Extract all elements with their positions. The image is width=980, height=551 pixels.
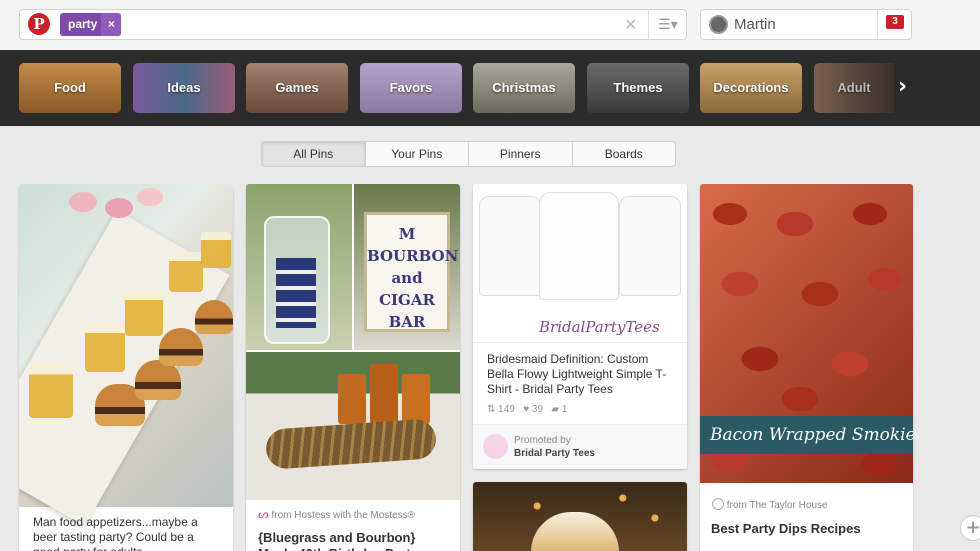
category-favors[interactable]: Favors [360,63,462,113]
beer-glass [125,290,163,336]
slider-burger [195,300,233,334]
beer-glass [169,252,203,292]
decanter [370,364,398,424]
avatar[interactable] [709,15,728,34]
category-decorations[interactable]: Decorations [700,63,802,113]
tshirt [539,192,619,300]
pin-title[interactable]: Best Party Dips Recipes [711,521,907,536]
search-tag-label: party [68,17,98,31]
pin-card[interactable]: M BOURBON and CIGAR BAR ᔕ from Hostess w… [246,184,460,551]
pin-filter-tabs: All Pins Your Pins Pinners Boards [261,141,676,167]
pin-source: ᔕ from Hostess with the Mostess® [258,507,415,521]
notification-count-badge: 3 [886,15,904,29]
comment-icon: ▰ [551,404,560,415]
decanter [338,374,366,424]
repin-icon: ⇅ [487,404,496,415]
promoter-name[interactable]: Bridal Party Tees [514,448,595,459]
promoter-avatar [483,434,508,459]
category-ideas[interactable]: Ideas [133,63,235,113]
pin-card[interactable] [473,482,687,551]
bourbon-sign: M BOURBON and CIGAR BAR [364,212,458,332]
macaron [105,198,133,218]
beer-glass [201,232,231,268]
source-text: from Hostess with the Mostess® [271,510,416,521]
pin-stats: ⇅ 149 ♥ 39 ▰ 1 [487,404,567,415]
source-text: from The Taylor House [726,500,828,511]
promoted-footer[interactable]: Promoted by Bridal Party Tees [473,424,687,469]
glass-jar [264,216,330,344]
pin-card[interactable]: BridalPartyTees Bridesmaid Definition: C… [473,184,687,469]
tab-your-pins[interactable]: Your Pins [364,141,469,167]
like-count: 39 [531,404,544,415]
category-food[interactable]: Food [19,63,121,113]
pin-card[interactable]: Bacon Wrapped Smokies from The Taylor Ho… [700,184,913,551]
like-icon: ♥ [523,404,530,415]
username[interactable]: Martin [734,16,776,33]
remove-tag-icon[interactable]: × [101,13,122,36]
glass-rim [531,512,619,551]
pinterest-logo-icon[interactable]: P [28,13,50,35]
header: party × ✕ ☰▾ P Martin 3 [0,0,980,50]
category-themes[interactable]: Themes [587,63,689,113]
macaron [137,188,163,206]
cigar-tray [264,418,438,470]
beer-glass [85,322,125,372]
recipe-banner: Bacon Wrapped Smokies [700,416,913,454]
pin-image[interactable]: Bacon Wrapped Smokies [700,184,913,483]
notifications-button[interactable]: 3 [877,10,911,39]
category-christmas[interactable]: Christmas [473,63,575,113]
chevron-right-icon[interactable]: › [898,74,907,99]
repin-count: 149 [498,404,515,415]
category-games[interactable]: Games [246,63,348,113]
brand-wordmark: BridalPartyTees [539,318,660,336]
pin-description: Bridesmaid Definition: Custom Bella Flow… [487,352,667,396]
slider-burger [159,328,203,366]
pin-source: from The Taylor House [712,498,828,511]
search-bar[interactable]: party × ✕ ☰▾ [19,9,687,40]
pin-image-cigars[interactable] [246,352,460,500]
clear-search-icon[interactable]: ✕ [624,15,637,35]
search-tag[interactable]: party × [60,13,122,36]
pin-title[interactable]: {Bluegrass and Bourbon} Manly 40th Birth… [258,530,454,551]
macaron [69,192,97,212]
pin-image-sign[interactable]: M BOURBON and CIGAR BAR [354,184,460,350]
search-menu-icon[interactable]: ☰▾ [648,10,687,39]
pin-image-jar[interactable] [246,184,352,350]
promoted-label: Promoted by [514,435,571,446]
comment-count: 1 [561,404,568,415]
tab-pinners[interactable]: Pinners [468,141,573,167]
pin-card[interactable]: Man food appetizers...maybe a beer tasti… [19,184,233,551]
source-logo-icon: ᔕ [258,507,269,521]
pin-image[interactable] [19,184,233,527]
source-logo-icon [712,498,724,510]
add-pin-button[interactable]: + [960,515,980,541]
tshirt [619,196,681,296]
beer-glass [29,362,73,418]
category-adult[interactable]: Adult [814,63,894,113]
user-menu[interactable]: Martin 3 [700,9,912,40]
tab-all-pins[interactable]: All Pins [261,141,366,167]
category-strip: Food Ideas Games Favors Christmas Themes… [0,50,980,126]
decanter [402,374,430,424]
slider-burger [135,360,181,400]
tshirt [479,196,541,296]
tab-boards[interactable]: Boards [571,141,676,167]
pin-image[interactable] [473,482,687,551]
pin-image[interactable]: BridalPartyTees [473,184,687,342]
pin-description: Man food appetizers...maybe a beer tasti… [33,515,198,551]
